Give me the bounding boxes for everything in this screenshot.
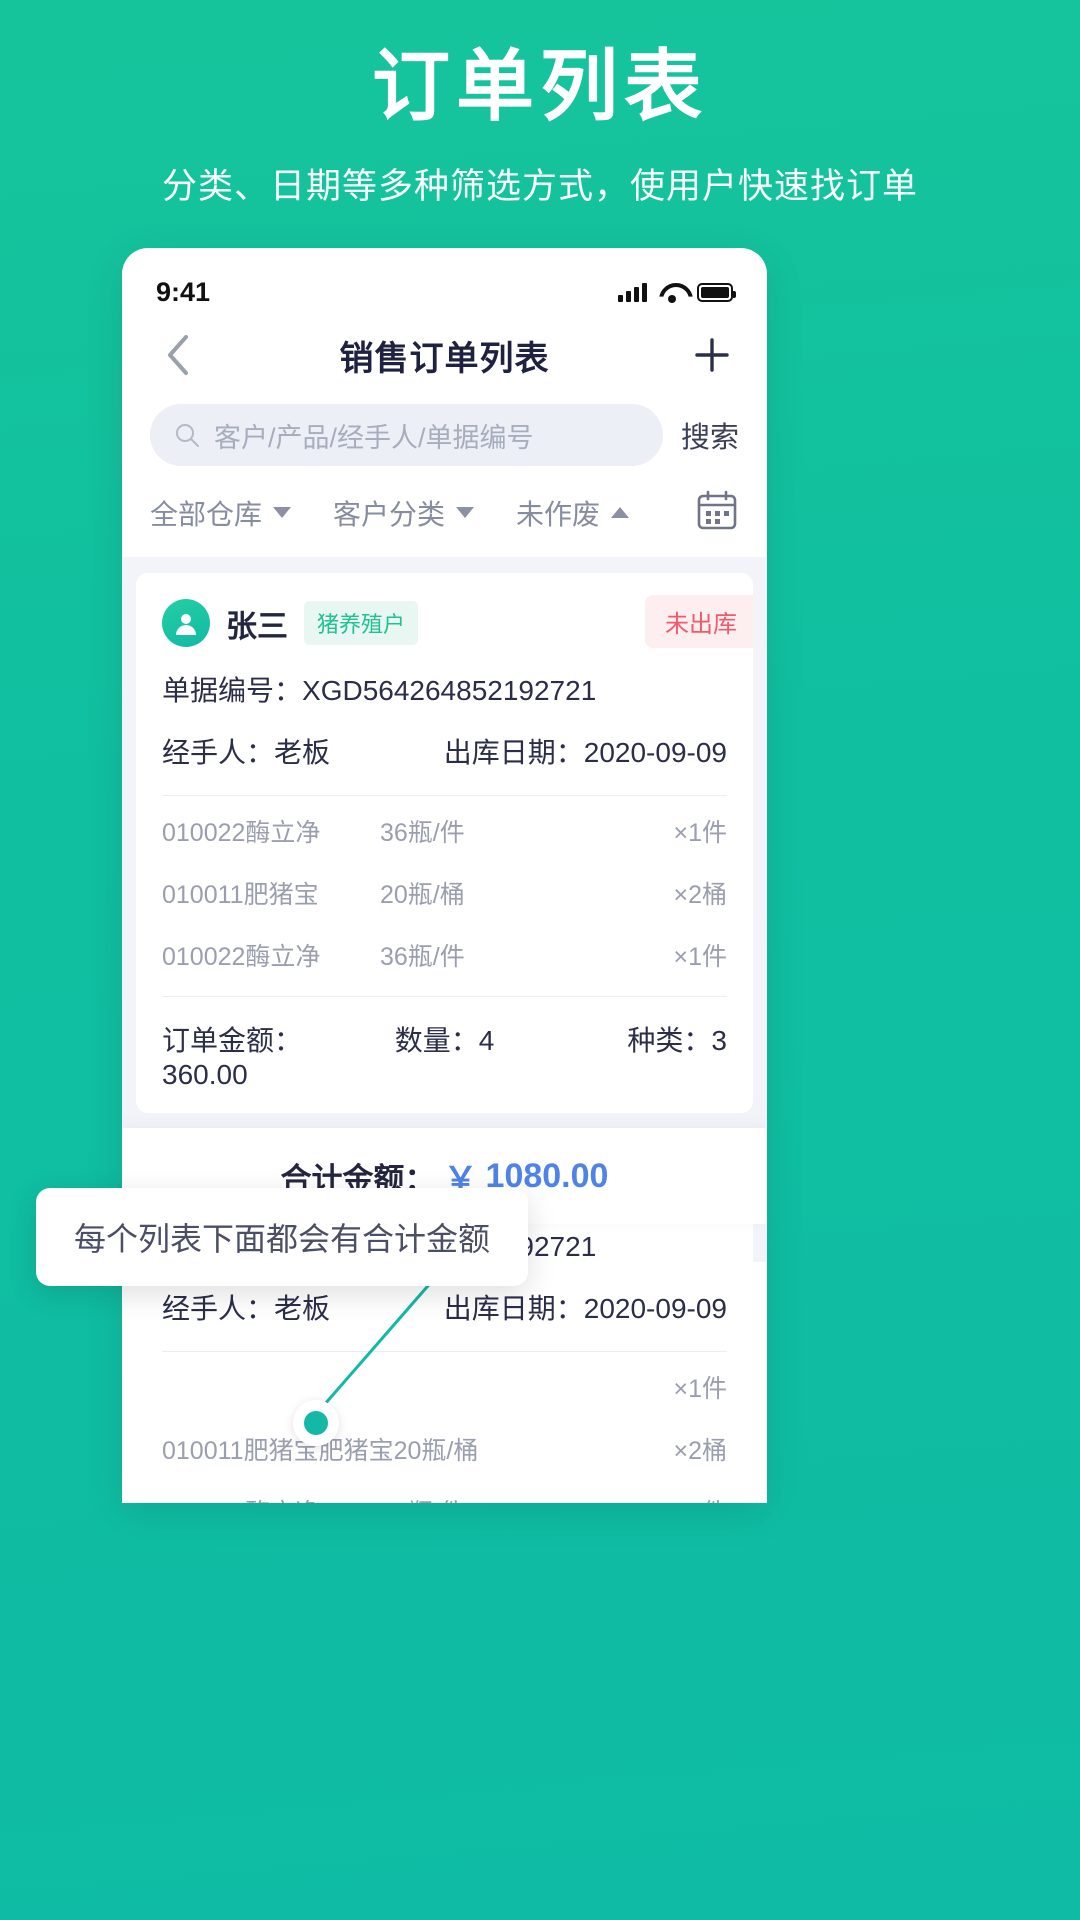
order-summary-row: 订单金额：360.00 数量：4 种类：3 bbox=[162, 996, 727, 1091]
status-badge: 未出库 bbox=[645, 595, 753, 648]
filter-void-status-label: 未作废 bbox=[516, 498, 601, 530]
product-spec: 20瓶/桶 bbox=[393, 1437, 479, 1465]
order-handler: 经手人：老板 bbox=[162, 1287, 444, 1327]
order-card[interactable]: 未出库 张三 猪养殖户 单据编号：XGD564264852192721 经手人：… bbox=[136, 573, 753, 1113]
search-input[interactable]: 客户/产品/经手人/单据编号 bbox=[150, 404, 663, 466]
product-qty: ×1件 bbox=[673, 819, 727, 847]
divider bbox=[162, 795, 727, 796]
signal-bars-icon bbox=[618, 282, 647, 302]
search-placeholder: 客户/产品/经手人/单据编号 bbox=[214, 422, 534, 453]
filter-warehouse[interactable]: 全部仓库 bbox=[150, 493, 292, 533]
filter-warehouse-label: 全部仓库 bbox=[150, 498, 263, 530]
page-subtitle: 分类、日期等多种筛选方式，使用户快速找订单 bbox=[161, 166, 918, 206]
order-date-label: 出库日期： bbox=[443, 737, 584, 768]
product-name: 010022酶立净 bbox=[162, 943, 321, 971]
order-date-label: 出库日期： bbox=[443, 1293, 584, 1324]
order-kind: 种类：3 bbox=[539, 1019, 727, 1091]
chevron-down-icon bbox=[456, 507, 475, 518]
order-docno-value: XGD564264852192721 bbox=[302, 675, 597, 706]
product-spec: 20瓶/桶 bbox=[380, 881, 465, 909]
app-title: 销售订单列表 bbox=[339, 339, 550, 378]
chevron-down-icon bbox=[273, 507, 292, 518]
calendar-icon bbox=[697, 490, 737, 530]
order-count-value: 4 bbox=[478, 1025, 495, 1056]
order-amount-label: 订单金额： bbox=[162, 1025, 303, 1056]
wifi-icon bbox=[659, 282, 685, 303]
order-handler-value: 老板 bbox=[274, 737, 331, 768]
status-icons bbox=[618, 282, 736, 303]
search-icon bbox=[176, 424, 199, 447]
chevron-left-icon bbox=[168, 335, 188, 375]
list-item: 010022酶立净 36瓶/件 ×1件 bbox=[162, 1480, 727, 1503]
order-date: 出库日期：2020-09-09 bbox=[444, 1287, 727, 1327]
product-spec: 36瓶/件 bbox=[380, 943, 465, 971]
phone-mockup: 9:41 销售订单列表 客户/产品/经手人/单据编号 搜索 全部仓库 客户分类 … bbox=[122, 248, 767, 1503]
customer-name: 张三 bbox=[226, 608, 288, 644]
plus-icon bbox=[695, 338, 729, 372]
order-kind-label: 种类： bbox=[627, 1025, 712, 1056]
product-qty: ×1件 bbox=[673, 1493, 727, 1503]
order-customer-row: 张三 猪养殖户 bbox=[162, 599, 727, 647]
filter-customer-category-label: 客户分类 bbox=[333, 498, 446, 530]
list-item: 010011肥猪宝 20瓶/桶 ×2桶 bbox=[162, 862, 727, 924]
filter-row: 全部仓库 客户分类 未作废 bbox=[122, 466, 767, 557]
list-item: ×1件 bbox=[162, 1356, 727, 1418]
product-qty: ×2桶 bbox=[673, 881, 727, 909]
order-date-value: 2020-09-09 bbox=[583, 737, 727, 768]
promo-header: 订单列表 分类、日期等多种筛选方式，使用户快速找订单 bbox=[0, 0, 1080, 209]
back-button[interactable] bbox=[154, 332, 200, 378]
order-count: 数量：4 bbox=[350, 1019, 538, 1091]
order-kind-value: 3 bbox=[711, 1025, 727, 1056]
order-handler-row: 经手人：老板 出库日期：2020-09-09 bbox=[162, 1287, 727, 1327]
search-row: 客户/产品/经手人/单据编号 搜索 bbox=[122, 398, 767, 466]
order-handler-value: 老板 bbox=[274, 1293, 331, 1324]
product-name: 010011肥猪宝肥猪宝 bbox=[162, 1437, 394, 1465]
order-handler-label: 经手人： bbox=[162, 1293, 275, 1324]
chevron-up-icon bbox=[611, 507, 630, 518]
callout-anchor-dot bbox=[293, 1400, 339, 1446]
order-date: 出库日期：2020-09-09 bbox=[444, 731, 727, 771]
product-name: 010011肥猪宝 bbox=[162, 881, 319, 909]
filter-void-status[interactable]: 未作废 bbox=[516, 493, 630, 533]
product-name: 010022酶立净 bbox=[162, 1493, 380, 1503]
page-title: 订单列表 bbox=[371, 42, 708, 130]
battery-icon bbox=[697, 282, 736, 302]
order-count-label: 数量： bbox=[394, 1025, 479, 1056]
product-qty: ×1件 bbox=[673, 943, 727, 971]
product-name: 010022酶立净 bbox=[162, 819, 321, 847]
calendar-button[interactable] bbox=[695, 488, 739, 537]
add-order-button[interactable] bbox=[689, 332, 735, 378]
list-item: 010022酶立净 36瓶/件 ×1件 bbox=[162, 924, 727, 986]
order-list[interactable]: 未出库 张三 猪养殖户 单据编号：XGD564264852192721 经手人：… bbox=[122, 557, 767, 1503]
order-handler-row: 经手人：老板 出库日期：2020-09-09 bbox=[162, 731, 727, 771]
avatar bbox=[162, 599, 210, 647]
callout-tooltip: 每个列表下面都会有合计金额 bbox=[36, 1188, 529, 1286]
status-bar: 9:41 bbox=[122, 248, 767, 312]
order-docno-label: 单据编号： bbox=[162, 675, 303, 706]
order-docno: 单据编号：XGD564264852192721 bbox=[162, 669, 727, 709]
status-time: 9:41 bbox=[156, 276, 211, 307]
order-docno-row: 单据编号：XGD564264852192721 bbox=[162, 669, 727, 709]
product-qty: ×1件 bbox=[673, 1375, 727, 1403]
product-qty: ×2桶 bbox=[673, 1437, 727, 1465]
filter-customer-category[interactable]: 客户分类 bbox=[333, 493, 475, 533]
search-button[interactable]: 搜索 bbox=[681, 414, 739, 456]
product-spec: 36瓶/件 bbox=[380, 819, 465, 847]
list-item: 010022酶立净 36瓶/件 ×1件 bbox=[162, 800, 727, 862]
order-handler-label: 经手人： bbox=[162, 737, 275, 768]
order-amount-value: 360.00 bbox=[162, 1059, 248, 1090]
app-navbar: 销售订单列表 bbox=[122, 312, 767, 398]
list-item: 010011肥猪宝肥猪宝 20瓶/桶 ×2桶 bbox=[162, 1418, 727, 1480]
divider bbox=[162, 1351, 727, 1352]
customer-tag: 猪养殖户 bbox=[304, 601, 419, 645]
user-icon bbox=[176, 614, 196, 635]
order-date-value: 2020-09-09 bbox=[583, 1293, 727, 1324]
order-amount: 订单金额：360.00 bbox=[162, 1019, 350, 1091]
product-spec: 36瓶/件 bbox=[380, 1493, 673, 1503]
callout-text: 每个列表下面都会有合计金额 bbox=[74, 1221, 491, 1257]
order-handler: 经手人：老板 bbox=[162, 731, 444, 771]
